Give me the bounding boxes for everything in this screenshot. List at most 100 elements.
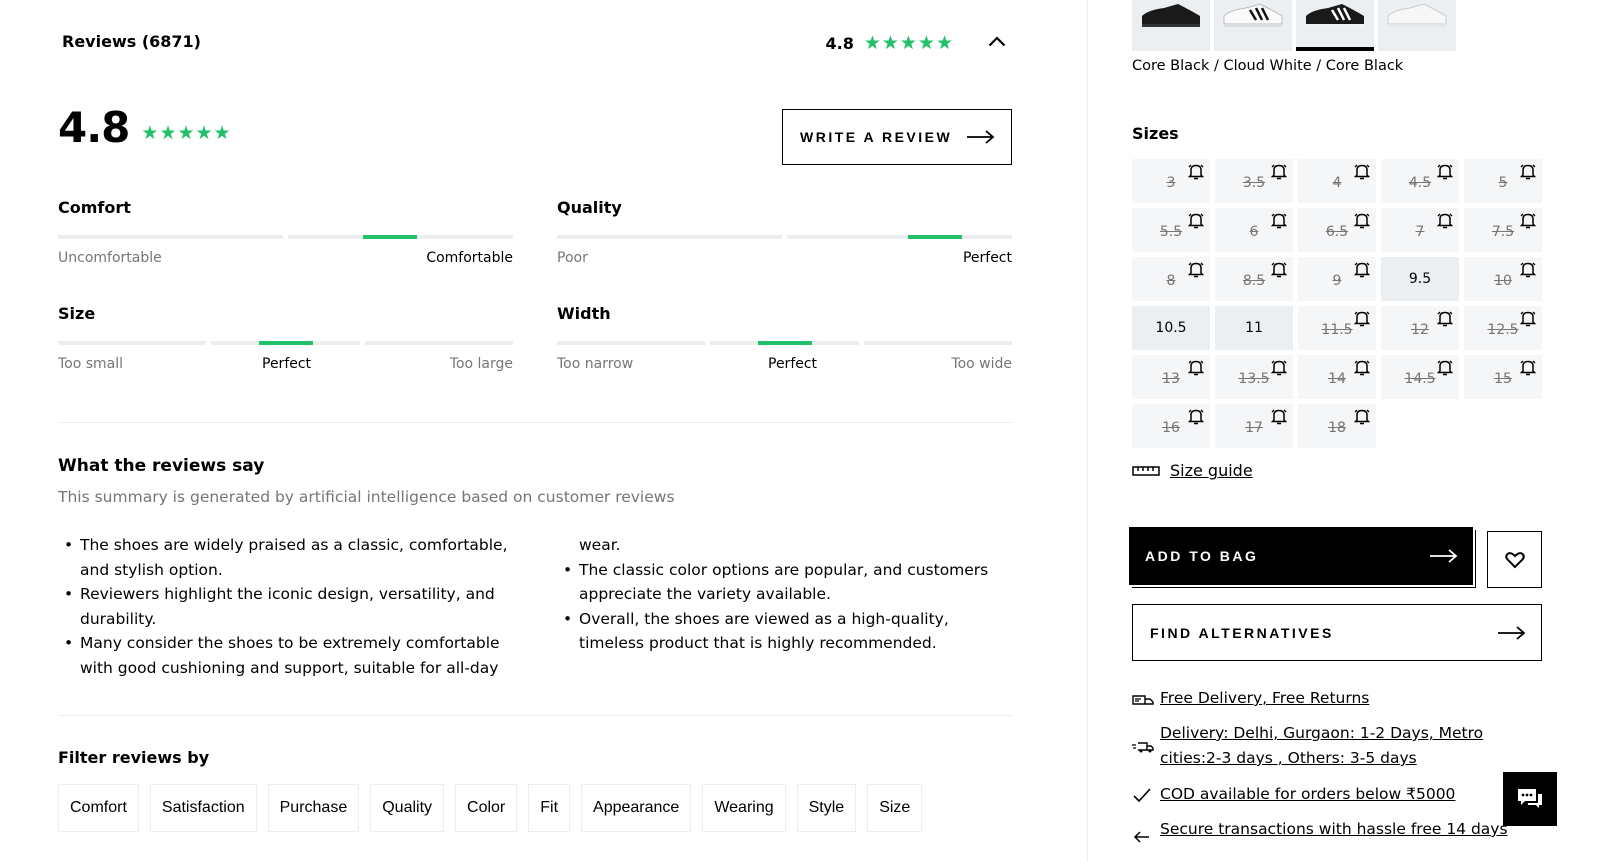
- size-option[interactable]: 5: [1464, 159, 1542, 203]
- wishlist-button[interactable]: [1487, 531, 1542, 588]
- size-option[interactable]: 7.5: [1464, 208, 1542, 252]
- cod-link[interactable]: COD available for orders below ₹5000: [1160, 782, 1455, 807]
- summary-column-right: wear. The classic color options are popu…: [557, 533, 1012, 656]
- color-variant-thumbnail[interactable]: [1378, 0, 1456, 51]
- size-option[interactable]: 10: [1464, 257, 1542, 301]
- shoe-icon: [1223, 3, 1283, 27]
- checkmark-icon: [1133, 788, 1151, 803]
- panel-divider: [1087, 0, 1088, 861]
- notify-bell-icon: [1354, 262, 1370, 278]
- arrow-right-icon: [1430, 549, 1458, 563]
- chat-button[interactable]: [1503, 772, 1557, 826]
- color-variant-thumbnail[interactable]: [1132, 0, 1210, 51]
- size-option[interactable]: 4: [1298, 159, 1376, 203]
- width-meter: Width Too narrow Perfect Too wide: [557, 304, 1012, 394]
- size-option[interactable]: 8: [1132, 257, 1210, 301]
- meter-track: [58, 341, 513, 345]
- size-option-label: 7.5: [1491, 224, 1515, 240]
- find-alternatives-button[interactable]: FIND ALTERNATIVES: [1132, 604, 1542, 661]
- perk-cod: COD available for orders below ₹5000: [1132, 782, 1455, 811]
- size-option[interactable]: 11: [1215, 306, 1293, 350]
- summary-bullet-continued: wear.: [557, 533, 1012, 558]
- color-variant-thumbnail-selected[interactable]: [1296, 0, 1374, 51]
- write-review-button[interactable]: WRITE A REVIEW: [782, 109, 1012, 165]
- arrow-right-icon: [967, 130, 995, 144]
- meter-indicator: [908, 235, 962, 239]
- meter-track: [58, 235, 513, 239]
- size-option-label: 12: [1411, 322, 1429, 338]
- summary-bullet-text: wear.: [579, 536, 621, 554]
- size-option[interactable]: 4.5: [1381, 159, 1459, 203]
- reviews-header[interactable]: Reviews (6871) 4.8 ★★★★★: [58, 26, 1012, 60]
- notify-bell-icon: [1188, 164, 1204, 180]
- star-rating-icon: ★★★★★: [863, 32, 954, 54]
- filter-chip-quality[interactable]: Quality: [370, 784, 445, 832]
- size-option[interactable]: 5.5: [1132, 208, 1210, 252]
- add-to-bag-button[interactable]: ADD TO BAG: [1129, 527, 1473, 585]
- reviews-title: Reviews (6871): [62, 32, 201, 51]
- size-option[interactable]: 3: [1132, 159, 1210, 203]
- notify-bell-icon: [1520, 360, 1536, 376]
- selected-color-name: Core Black / Cloud White / Core Black: [1132, 58, 1404, 74]
- size-option[interactable]: 9: [1298, 257, 1376, 301]
- filter-chip-purchase[interactable]: Purchase: [267, 784, 360, 832]
- size-option[interactable]: 3.5: [1215, 159, 1293, 203]
- filter-chip-appearance[interactable]: Appearance: [581, 784, 692, 832]
- free-delivery-link[interactable]: Free Delivery, Free Returns: [1160, 686, 1369, 711]
- divider: [58, 715, 1012, 716]
- size-option-label: 13.5: [1238, 371, 1270, 387]
- size-option[interactable]: 13.5: [1215, 355, 1293, 399]
- filter-chip-fit[interactable]: Fit: [528, 784, 571, 832]
- meter-label-min: Too narrow: [557, 356, 634, 372]
- size-option-label: 17: [1245, 420, 1263, 436]
- size-guide-link[interactable]: Size guide: [1132, 461, 1253, 480]
- filter-chip-list: Comfort Satisfaction Purchase Quality Co…: [58, 784, 923, 832]
- size-option[interactable]: 14: [1298, 355, 1376, 399]
- size-option-label: 3: [1166, 175, 1176, 191]
- size-option[interactable]: 12: [1381, 306, 1459, 350]
- size-option-label: 10: [1494, 273, 1512, 289]
- notify-bell-icon: [1354, 213, 1370, 229]
- size-option-label: 10.5: [1155, 320, 1187, 336]
- filter-chip-color[interactable]: Color: [455, 784, 518, 832]
- size-option[interactable]: 14.5: [1381, 355, 1459, 399]
- size-option[interactable]: 15: [1464, 355, 1542, 399]
- summary-title: What the reviews say: [58, 456, 265, 476]
- filter-chip-size[interactable]: Size: [867, 784, 923, 832]
- delivery-truck-icon: [1132, 695, 1154, 705]
- heart-icon: [1504, 551, 1525, 568]
- size-option[interactable]: 9.5: [1381, 257, 1459, 301]
- size-option[interactable]: 8.5: [1215, 257, 1293, 301]
- collapse-reviews-button[interactable]: [982, 26, 1012, 56]
- color-variant-list: [1132, 0, 1456, 51]
- filter-chip-wearing[interactable]: Wearing: [702, 784, 786, 832]
- size-option[interactable]: 18: [1298, 404, 1376, 448]
- size-option[interactable]: 16: [1132, 404, 1210, 448]
- size-option[interactable]: 6: [1215, 208, 1293, 252]
- meter-indicator: [758, 341, 812, 345]
- meter-track: [557, 235, 1012, 239]
- product-panel: Core Black / Cloud White / Core Black Si…: [1129, 0, 1552, 861]
- secure-transactions-link[interactable]: Secure transactions with hassle free 14 …: [1160, 817, 1508, 842]
- meter-indicator: [259, 341, 313, 345]
- filter-chip-style[interactable]: Style: [796, 784, 857, 832]
- color-variant-thumbnail[interactable]: [1214, 0, 1292, 51]
- size-grid: 3 3.5 4 4.5 5 5.5 6 6.5 7 7.5 8 8.5 9 9.5 10 10.5 11 11.5…: [1132, 159, 1542, 448]
- size-option[interactable]: 13: [1132, 355, 1210, 399]
- size-option-label: 14: [1328, 371, 1346, 387]
- size-option[interactable]: 7: [1381, 208, 1459, 252]
- size-option[interactable]: 11.5: [1298, 306, 1376, 350]
- size-option-label: 13: [1162, 371, 1180, 387]
- size-option[interactable]: 6.5: [1298, 208, 1376, 252]
- size-option-label: 7: [1415, 224, 1425, 240]
- size-option[interactable]: 10.5: [1132, 306, 1210, 350]
- meter-label-max: Too wide: [951, 356, 1012, 372]
- filter-chip-satisfaction[interactable]: Satisfaction: [149, 784, 257, 832]
- size-option[interactable]: 17: [1215, 404, 1293, 448]
- delivery-times-link[interactable]: Delivery: Delhi, Gurgaon: 1-2 Days, Metr…: [1160, 721, 1542, 771]
- size-option-label: 11.5: [1321, 322, 1353, 338]
- filter-chip-comfort[interactable]: Comfort: [58, 784, 139, 832]
- shoe-icon: [1142, 4, 1200, 27]
- size-option[interactable]: 12.5: [1464, 306, 1542, 350]
- summary-bullet: Overall, the shoes are viewed as a high-…: [557, 607, 1012, 656]
